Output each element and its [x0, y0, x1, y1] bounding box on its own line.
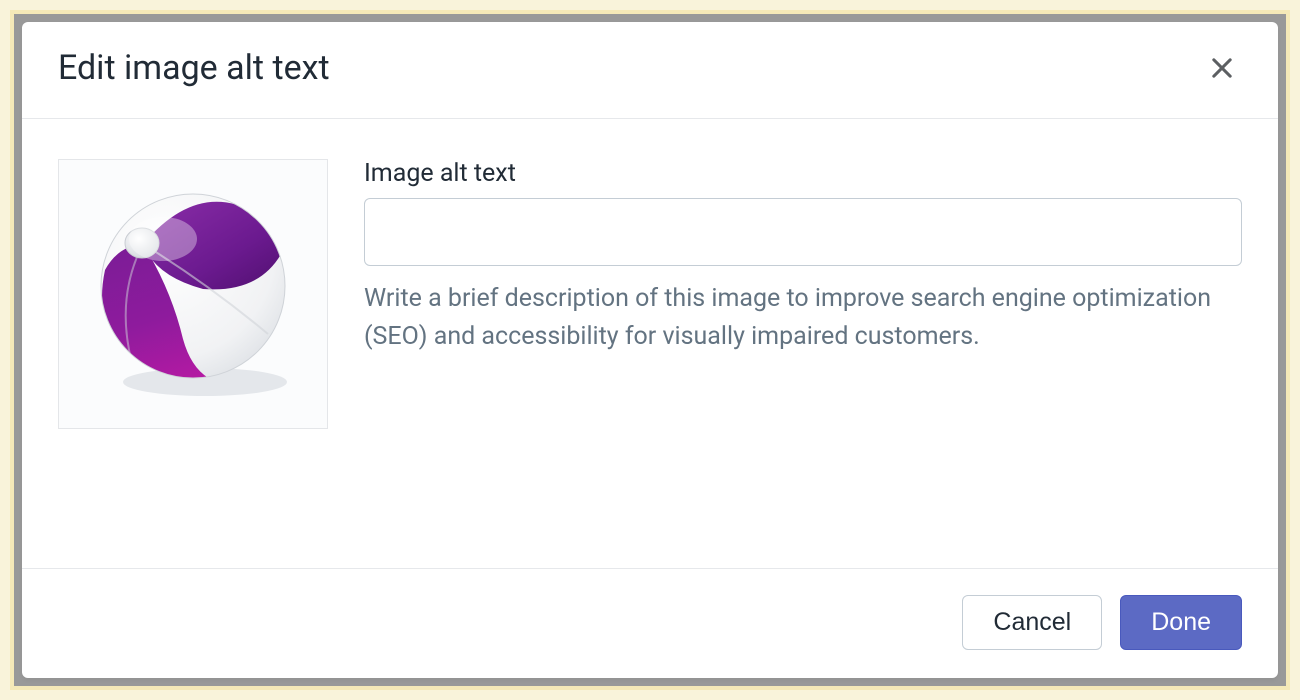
form-column: Image alt text Write a brief description… [364, 159, 1242, 538]
dialog-title: Edit image alt text [58, 48, 330, 88]
alt-text-input[interactable] [364, 198, 1242, 266]
image-thumbnail [58, 159, 328, 429]
dialog-header: Edit image alt text [22, 22, 1278, 119]
alt-text-label: Image alt text [364, 159, 1242, 188]
alt-text-help: Write a brief description of this image … [364, 280, 1242, 355]
beachball-icon [83, 184, 303, 404]
close-button[interactable] [1202, 48, 1242, 88]
cancel-button[interactable]: Cancel [962, 595, 1102, 650]
dialog-footer: Cancel Done [22, 568, 1278, 678]
close-icon [1208, 54, 1236, 82]
dialog-backdrop: Edit image alt text [10, 10, 1290, 690]
dialog-body: Image alt text Write a brief description… [22, 119, 1278, 568]
edit-alt-text-dialog: Edit image alt text [22, 22, 1278, 678]
done-button[interactable]: Done [1120, 595, 1242, 650]
